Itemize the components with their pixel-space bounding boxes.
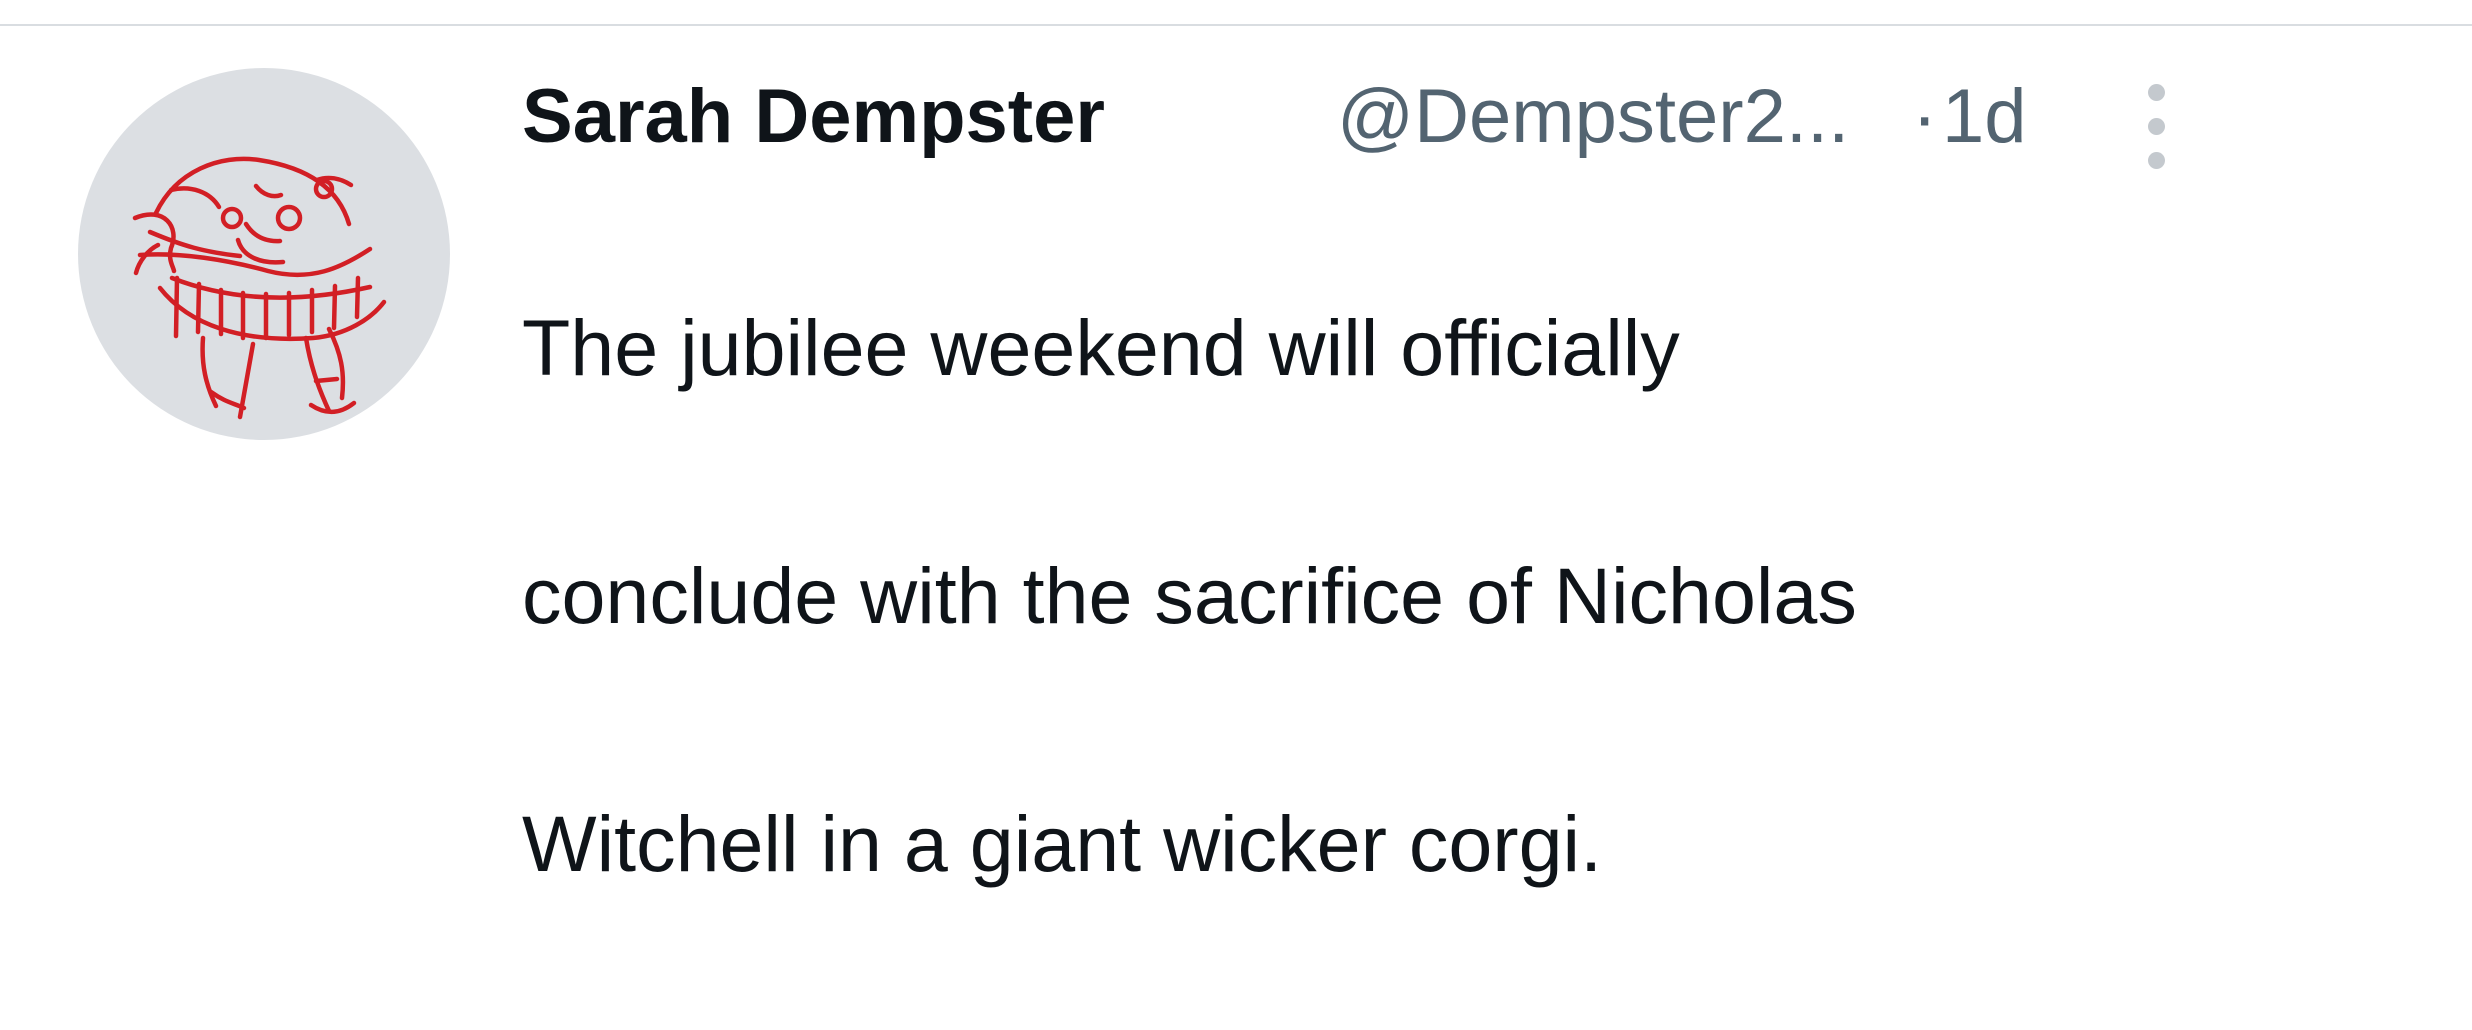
more-vertical-icon-dot-top: [2148, 84, 2165, 101]
author-display-name[interactable]: Sarah Dempster: [522, 72, 1105, 162]
tweet-text-line: Witchell in a giant wicker corgi.: [522, 799, 1603, 888]
more-vertical-icon-dot-middle: [2148, 118, 2165, 135]
author-handle[interactable]: @Dempster2...: [1337, 72, 1849, 162]
tweet-text-line: The jubilee weekend will officially: [522, 303, 1680, 392]
separator-dot: ·: [1912, 74, 1938, 159]
more-button[interactable]: [2122, 70, 2192, 174]
tweet-header: Sarah Dempster @Dempster2... · 1d: [522, 54, 2402, 169]
tweet-timestamp[interactable]: 1d: [1942, 72, 2027, 162]
avatar[interactable]: [78, 68, 450, 440]
tweet-content: Sarah Dempster @Dempster2... · 1d The ju…: [522, 26, 2402, 888]
tweet-card[interactable]: Sarah Dempster @Dempster2... · 1d The ju…: [0, 26, 2472, 888]
doodle-avatar-icon: [132, 156, 387, 420]
tweet-text-line: conclude with the sacrifice of Nicholas: [522, 551, 1857, 640]
tweet-text: The jubilee weekend will officially conc…: [522, 162, 2402, 1030]
